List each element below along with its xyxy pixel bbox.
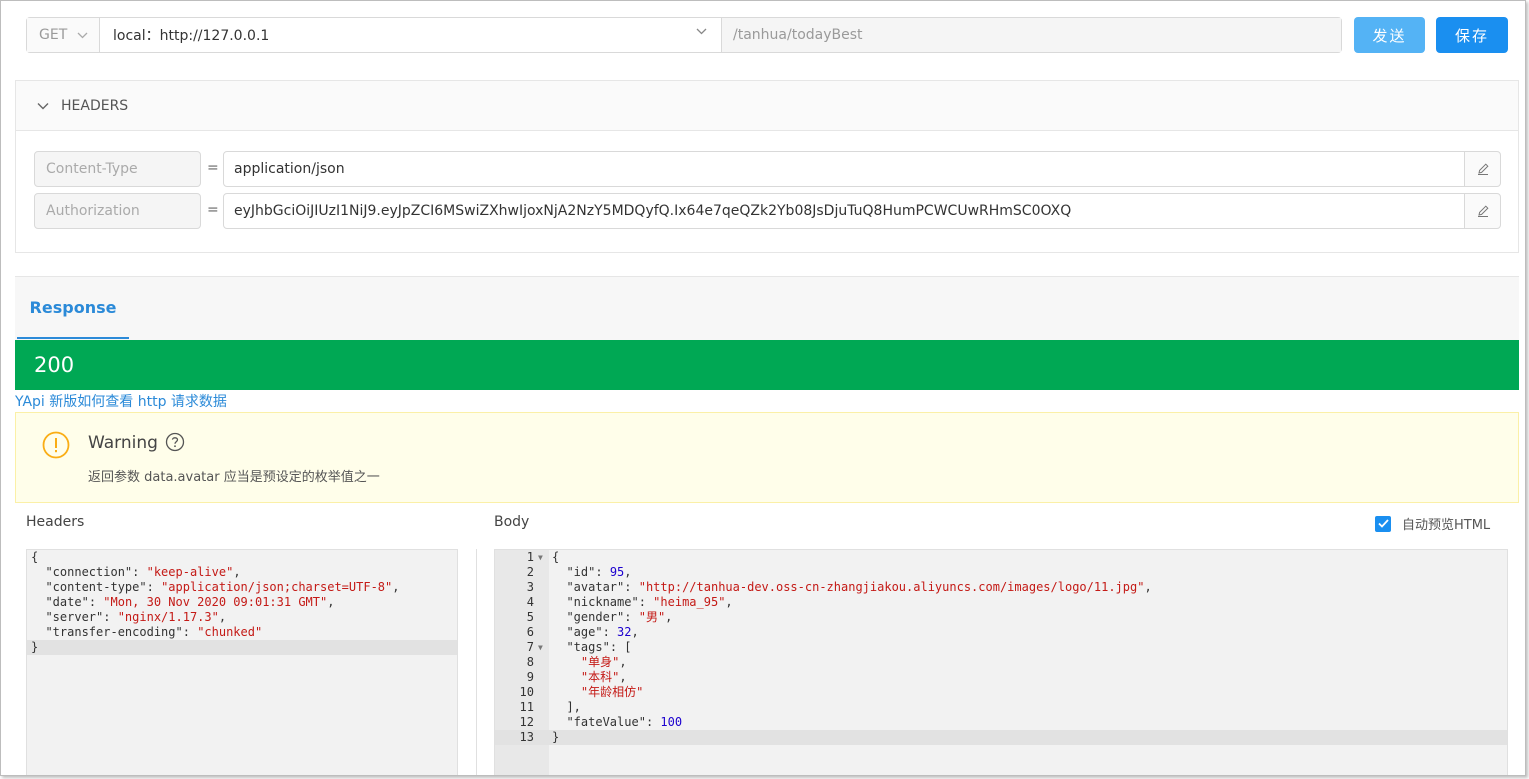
headers-panel: HEADERS Content-Type = application/json … [15,80,1519,253]
equals-sign: = [207,160,219,176]
method-value: GET [39,27,68,43]
line-number: 5 [526,610,534,624]
response-headers-editor[interactable]: { "connection": "keep-alive", "content-t… [26,549,458,775]
chevron-down-icon [77,32,88,39]
line-number: 7 [526,640,534,654]
warning-message: 返回参数 data.avatar 应当是预设定的枚举值之一 [88,470,380,485]
code-line: 13} [495,730,1507,745]
line-number: 6 [526,625,534,639]
code-line: 5 "gender": "男", [495,610,1507,625]
line-number: 4 [526,595,534,609]
fold-arrow-icon[interactable]: ▼ [538,640,543,655]
code-text: "nickname": "heima_95", [566,595,733,609]
exclamation-circle-icon [42,431,70,463]
code-line: 8 "单身", [495,655,1507,670]
code-text: "tags": [ [566,640,632,654]
chevron-down-icon [696,28,707,35]
header-value-field[interactable]: application/json [223,151,1465,187]
request-url-bar: GET local：http://127.0.0.1 /tanhua/today… [26,17,1342,53]
response-body-label: Body [494,514,530,530]
code-text: "单身", [580,655,627,669]
line-number: 12 [519,715,534,729]
code-line: 12 "fateValue": 100 [495,715,1507,730]
checkbox-checked-icon[interactable] [1375,515,1391,532]
code-line: "connection": "keep-alive", [45,565,241,579]
code-line: { [31,550,39,564]
response-headers-label: Headers [26,514,85,530]
code-line: 1 ▼ { [495,550,1507,565]
method-select[interactable]: GET [27,18,100,52]
help-doc-link[interactable]: YApi 新版如何查看 http 请求数据 [15,391,227,411]
line-number: 9 [526,670,534,684]
code-text: "gender": "男", [566,610,673,624]
body-lines: 1 ▼{2 "id": 95, 3 "avatar": "http://tanhua… [495,550,1507,745]
code-text: } [552,730,560,744]
line-number: 11 [519,700,534,714]
code-text: "id": 95, [566,565,632,579]
code-text: "年龄相仿" [580,685,644,699]
line-number: 8 [526,655,534,669]
header-row: Authorization = eyJhbGciOiJIUzI1NiJ9.eyJ… [34,193,1501,229]
code-line: 2 "id": 95, [495,565,1507,580]
save-button[interactable]: 保存 [1436,17,1508,53]
code-line: 10 "年龄相仿" [495,685,1507,700]
code-text: { [552,550,560,564]
code-text: "avatar": "http://tanhua-dev.oss-cn-zhan… [566,580,1152,594]
code-line: "date": "Mon, 30 Nov 2020 09:01:31 GMT", [45,595,335,609]
response-body-editor[interactable]: 1 ▼{2 "id": 95, 3 "avatar": "http://tanhua… [494,549,1508,775]
header-name-field[interactable]: Content-Type [34,151,201,187]
line-number: 3 [526,580,534,594]
code-line: 3 "avatar": "http://tanhua-dev.oss-cn-zh… [495,580,1507,595]
code-line: } [27,640,457,655]
environment-value: local：http://127.0.0.1 [113,28,270,44]
tab-response[interactable]: Response [17,277,129,339]
code-line: 6 "age": 32, [495,625,1507,640]
send-button[interactable]: 发送 [1354,17,1425,53]
app-frame: GET local：http://127.0.0.1 /tanhua/today… [0,0,1526,776]
line-number: 10 [519,685,534,699]
question-circle-icon[interactable] [165,432,185,456]
equals-sign: = [207,202,219,218]
vertical-divider [476,549,477,775]
headers-panel-toggle[interactable]: HEADERS [16,81,1518,131]
environment-select[interactable]: local：http://127.0.0.1 [100,18,722,52]
code-line: "content-type": "application/json;charse… [45,580,400,594]
auto-preview-label: 自动预览HTML [1402,518,1491,533]
code-text: ], [552,700,581,714]
line-number: 1 [526,550,534,564]
headers-panel-title: HEADERS [61,97,129,114]
code-text: "本科", [580,670,627,684]
header-name-field[interactable]: Authorization [34,193,201,229]
code-line: 7 ▼ "tags": [ [495,640,1507,655]
auto-preview-toggle[interactable]: 自动预览HTML [1375,514,1490,533]
code-line: 4 "nickname": "heima_95", [495,595,1507,610]
line-number: 2 [526,565,534,579]
edit-icon[interactable] [1464,151,1501,187]
fold-arrow-icon[interactable]: ▼ [538,550,543,565]
edit-icon[interactable] [1464,193,1501,229]
code-line: 11 ], [495,700,1507,715]
line-number: 13 [519,730,534,744]
warning-alert: Warning 返回参数 data.avatar 应当是预设定的枚举值之一 [15,412,1519,503]
warning-title: Warning [88,433,158,453]
status-code-bar: 200 [15,340,1519,390]
response-tab-bar: Response [15,276,1519,340]
code-line: "server": "nginx/1.17.3", [45,610,227,624]
code-line: 9 "本科", [495,670,1507,685]
request-path-input[interactable]: /tanhua/todayBest [722,18,1341,52]
code-text: "age": 32, [566,625,639,639]
header-row: Content-Type = application/json [34,151,1501,187]
chevron-down-icon [37,102,49,110]
code-text: "fateValue": 100 [566,715,683,729]
header-value-field[interactable]: eyJhbGciOiJIUzI1NiJ9.eyJpZCI6MSwiZXhwIjo… [223,193,1465,229]
code-line: "transfer-encoding": "chunked" [45,625,263,639]
